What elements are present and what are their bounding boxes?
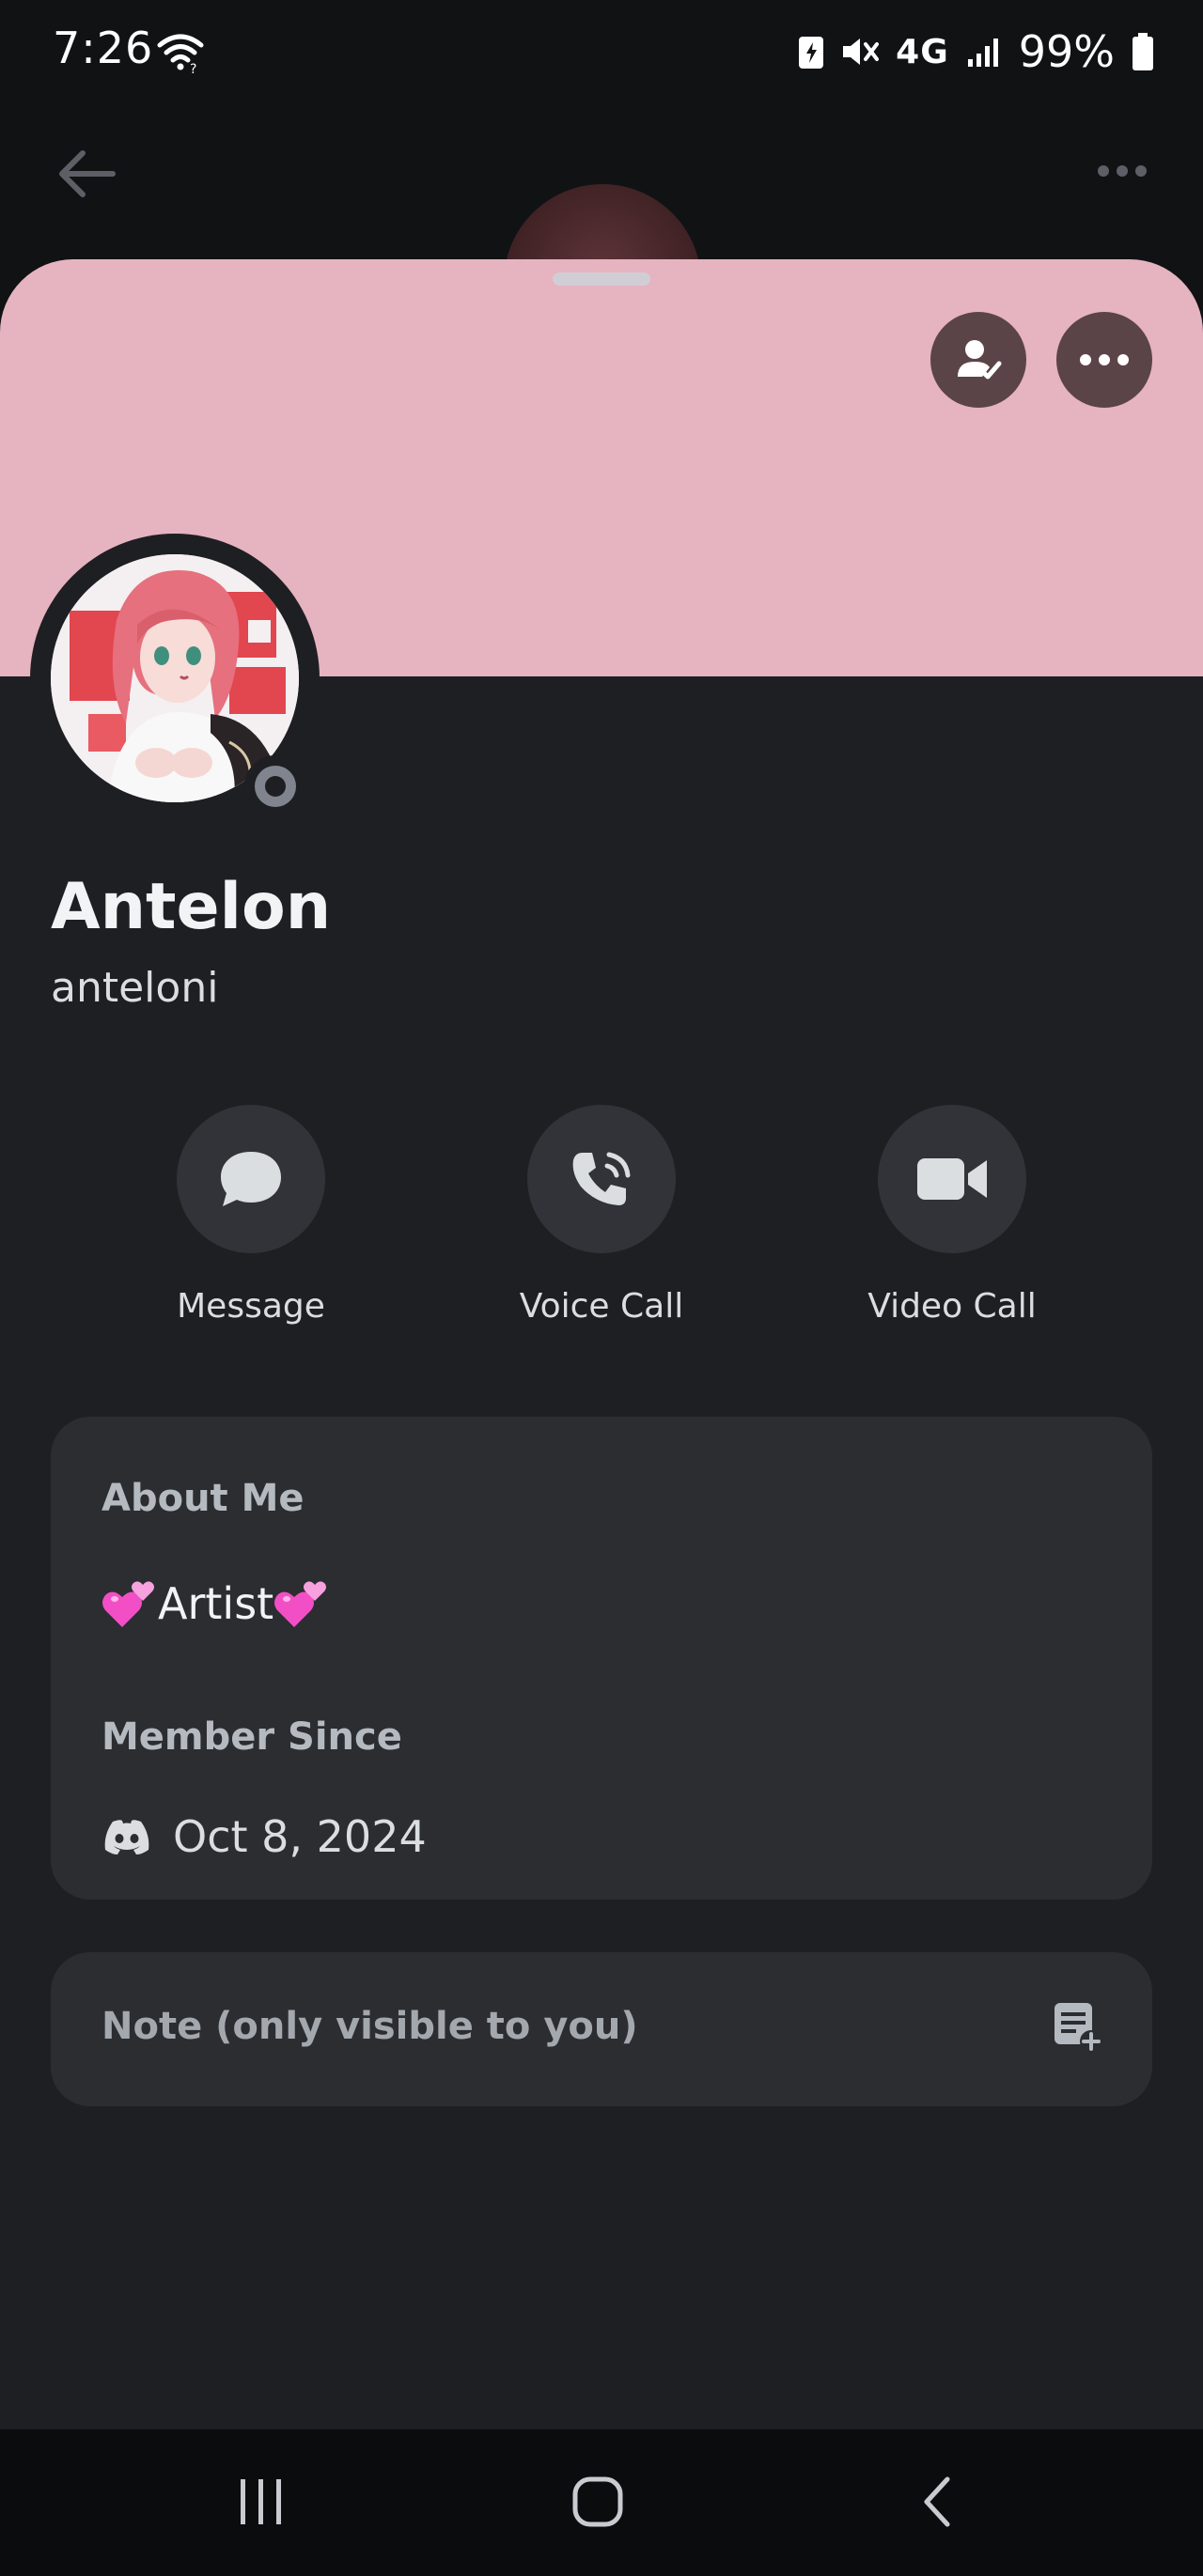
video-call-label: Video Call [867,1287,1037,1326]
username: anteloni [51,964,219,1012]
back-button[interactable] [900,2469,976,2535]
display-name: Antelon [51,870,332,944]
friend-status-button[interactable] [930,312,1026,408]
note-field[interactable]: Note (only visible to you) [51,1952,1152,2106]
video-call-button[interactable]: Video Call [811,1105,1093,1340]
network-type: 4G [896,32,949,71]
action-buttons: Message Voice Call Video Call [0,1105,1203,1340]
screen: 7:26 ? 4G 99% Antelon anteloni Message V… [0,0,1203,2576]
about-text: Artist [102,1576,330,1631]
two-hearts-emoji [274,1581,327,1627]
note-placeholder: Note (only visible to you) [102,2005,638,2048]
voice-call-label: Voice Call [519,1287,684,1326]
svg-text:?: ? [190,62,196,73]
home-icon [572,2476,623,2527]
video-call-button-circle[interactable] [878,1105,1026,1253]
back-chevron-icon [924,2476,950,2527]
home-button[interactable] [560,2469,635,2535]
signal-icon [967,39,998,67]
avatar[interactable] [30,534,320,823]
status-bar: 7:26 ? 4G 99% [0,0,1203,103]
drag-handle[interactable] [553,272,650,286]
add-note-icon[interactable] [1051,2001,1103,2054]
profile-sheet: Antelon anteloni Message Voice Call Vide… [0,259,1203,2429]
wifi-icon: ? [157,34,204,73]
about-card: About Me Artist Member Since Oct 8, 2024 [51,1417,1152,1900]
friend-check-icon [958,340,1002,380]
status-right: 4G 99% [798,23,1154,81]
recent-apps-button[interactable] [224,2469,299,2535]
data-saver-icon [799,37,824,69]
battery-icon [1133,33,1153,70]
mute-icon [843,39,880,65]
phone-call-icon [572,1152,631,1205]
voice-call-button[interactable]: Voice Call [461,1105,742,1340]
about-heading: About Me [102,1477,305,1520]
back-arrow-icon[interactable] [55,141,120,207]
member-since-heading: Member Since [102,1715,402,1759]
system-navigation-bar [0,2429,1203,2576]
member-since-row: Oct 8, 2024 [102,1811,427,1862]
more-horizontal-icon [1080,354,1129,365]
status-time: 7:26 [53,23,154,73]
about-text-value: Artist [158,1578,274,1629]
status-indicator [244,755,306,817]
more-horizontal-icon[interactable] [1094,150,1150,192]
message-button[interactable]: Message [110,1105,392,1340]
video-camera-icon [917,1158,987,1200]
profile-more-button[interactable] [1056,312,1152,408]
recent-apps-icon [241,2479,281,2524]
message-button-circle[interactable] [177,1105,325,1253]
battery-percent: 99% [1018,26,1115,77]
member-since-date: Oct 8, 2024 [173,1811,427,1862]
chat-bubble-icon [221,1152,281,1206]
two-hearts-emoji [102,1581,154,1627]
discord-logo-icon [104,1820,149,1854]
voice-call-button-circle[interactable] [527,1105,676,1253]
offline-status-icon [255,766,296,807]
message-label: Message [177,1287,325,1326]
